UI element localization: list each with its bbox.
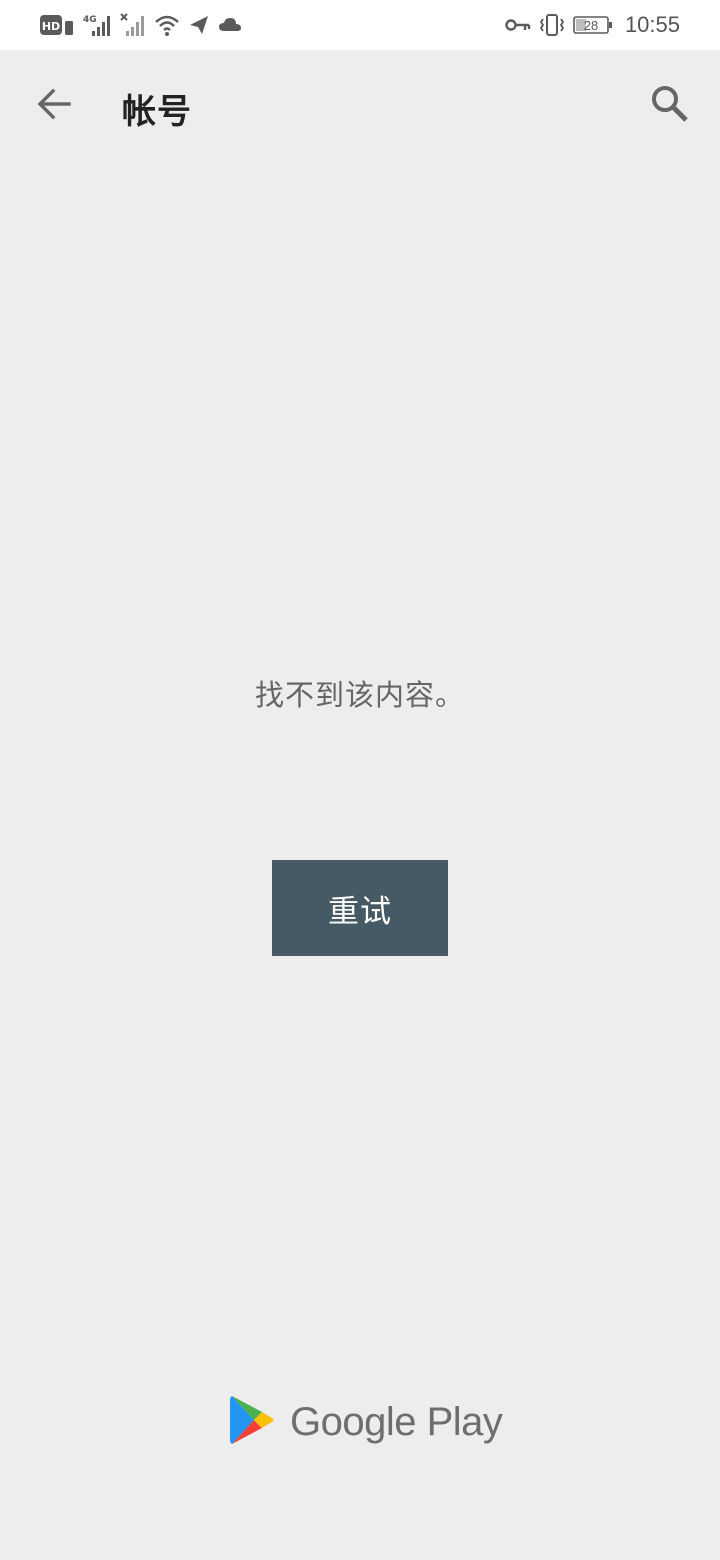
retry-button[interactable]: 重试 [272, 860, 448, 956]
cloud-icon [218, 15, 242, 35]
status-bar: HD 4G 28 10:55 [0, 0, 720, 50]
hd-badge-text: HD [42, 20, 60, 33]
app-bar: 帐号 [0, 50, 720, 162]
back-button[interactable] [30, 82, 78, 130]
arrow-back-icon [36, 86, 72, 126]
send-icon [188, 14, 210, 36]
status-clock: 10:55 [624, 12, 680, 37]
vibrate-icon [539, 13, 565, 37]
network-type-text: 4G [83, 15, 97, 25]
signal-no-service-icon [120, 13, 146, 37]
search-button[interactable] [646, 82, 694, 130]
signal-4g-icon: 4G [82, 13, 112, 37]
battery-icon: 28 [573, 15, 613, 35]
page-title: 帐号 [122, 92, 192, 132]
status-right-icons: 28 10:55 [505, 12, 680, 38]
wifi-icon [154, 13, 180, 37]
play-store-icon [228, 1394, 276, 1450]
key-icon [505, 17, 531, 33]
hd-icon: HD [40, 14, 74, 36]
screen: HD 4G 28 10:55 帐号 找不到该内容。 重试 Google Play [0, 0, 720, 1560]
error-message: 找不到该内容。 [254, 678, 465, 712]
brand-name: Google Play [290, 1399, 503, 1444]
status-left-icons: HD 4G [40, 12, 242, 38]
search-icon [650, 84, 690, 128]
battery-level-text: 28 [584, 18, 598, 33]
google-play-logo: Google Play [228, 1394, 503, 1450]
